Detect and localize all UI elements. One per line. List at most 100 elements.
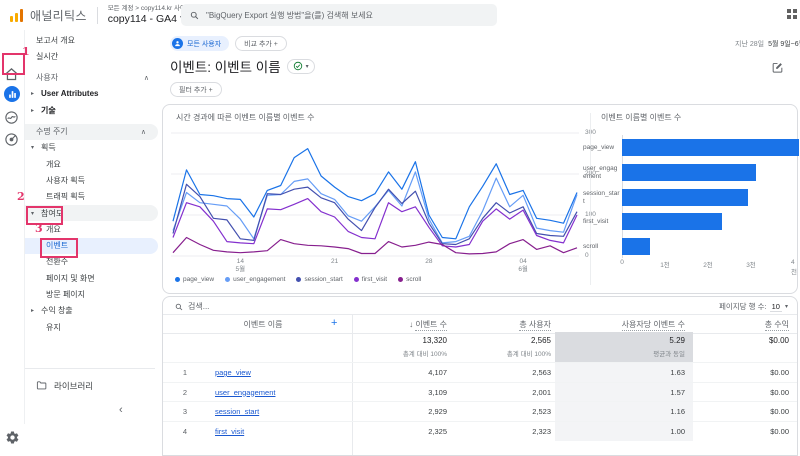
column-header-event-name[interactable]: 이벤트 이름	[203, 319, 323, 330]
date-range-selector[interactable]: 지난 28일5월 9일~6월 5일	[735, 39, 800, 49]
person-icon	[172, 38, 183, 49]
settings-gear-icon[interactable]	[5, 430, 20, 445]
sidebar-item-label: 전환수	[46, 256, 68, 267]
check-circle-icon	[293, 61, 303, 71]
add-filter-chip[interactable]: 필터 추가 +	[170, 82, 222, 97]
audience-chip[interactable]: 모든 사용자	[170, 36, 229, 51]
sidebar-item-label: 기술	[41, 105, 56, 116]
event-name-link[interactable]: session_start	[215, 407, 259, 416]
event-name-link[interactable]: page_view	[215, 368, 251, 377]
sidebar-item-library[interactable]: 라이브러리	[25, 377, 161, 394]
column-header-total-users[interactable]: 총 사용자	[459, 319, 551, 330]
table-search-input[interactable]: 검색...	[175, 301, 209, 312]
column-header-total-revenue[interactable]: 총 수익	[689, 319, 789, 330]
sidebar-item-label: 페이지 및 화면	[46, 273, 95, 284]
sidebar-item-3[interactable]: ▸ User Attributes	[25, 86, 161, 102]
line-chart-title: 시간 경과에 따른 이벤트 이름별 이벤트 수	[176, 112, 314, 123]
sidebar-item-1[interactable]: 실시간	[25, 48, 161, 64]
cell-total-revenue: $0.00	[689, 427, 789, 436]
column-header-event-count[interactable]: ↓ 이벤트 수	[363, 319, 447, 330]
chevron-up-icon[interactable]: ∧	[141, 128, 146, 136]
bar-page_view	[622, 139, 799, 156]
ga4-analytics-screen: 애널리틱스 모든 계정 > copy114.kr 사이트 copy114 - G…	[0, 0, 800, 424]
bar-label-user_engagement: user_engagement	[583, 164, 620, 182]
bar-x-tick-label: 2천	[703, 259, 713, 269]
event-name-link[interactable]: user_engagement	[215, 388, 275, 397]
account-switcher[interactable]: 모든 계정 > copy114.kr 사이트 copy114 - GA4▾	[108, 5, 192, 25]
legend-dot-icon	[175, 277, 180, 282]
sidebar-item-5: 수명 주기∧	[25, 124, 158, 140]
x-tick-label: 21	[331, 258, 338, 266]
line-series-page_view	[173, 149, 577, 239]
chevron-right-icon[interactable]: ▸	[29, 107, 36, 114]
cell-events-per-user: 1.00	[563, 427, 685, 436]
chevron-down-icon[interactable]: ▾	[29, 144, 36, 151]
sidebar-item-15[interactable]: 방문 페이지	[25, 287, 161, 303]
add-comparison-chip[interactable]: 비교 추가 +	[235, 36, 287, 51]
rows-per-page-select[interactable]: 페이지당 행 수: 10 ▾	[719, 301, 788, 312]
topbar-divider	[97, 7, 98, 24]
global-search-placeholder: "BigQuery Export 실행 방법"을(를) 검색해 보세요	[206, 10, 373, 21]
cell-event-count: 4,107	[363, 368, 447, 377]
events-table-card: 검색... 페이지당 행 수: 10 ▾ 이벤트 이름 + ↓ 이벤트 수 총 …	[162, 296, 798, 456]
bar-x-tick-label: 0	[620, 259, 624, 266]
reports-icon[interactable]	[4, 86, 20, 102]
bar-x-tick-label: 3천	[746, 259, 756, 269]
global-search-input[interactable]: "BigQuery Export 실행 방법"을(를) 검색해 보세요	[181, 4, 497, 26]
sidebar-item-label: 사용자	[36, 72, 58, 83]
property-name: copy114 - GA4	[108, 13, 177, 25]
column-header-events-per-user[interactable]: 사용자당 이벤트 수	[563, 319, 685, 330]
analytics-logo-icon	[10, 8, 23, 22]
line-series-scroll	[173, 238, 577, 254]
sidebar-item-2: 사용자 ∧	[25, 70, 161, 86]
event-name-link[interactable]: first_visit	[215, 427, 244, 436]
table-row: 3session_start2,9292,5231.16$0.00	[163, 401, 797, 422]
data-quality-badge[interactable]: ▾	[287, 59, 315, 74]
sidebar-item-17[interactable]: 유지	[25, 319, 161, 335]
sidebar-item-label: 획득	[41, 142, 56, 153]
sidebar-item-label: 방문 페이지	[46, 289, 85, 300]
legend-dot-icon	[296, 277, 301, 282]
sidebar-item-8[interactable]: 사용자 획득	[25, 172, 161, 188]
sidebar-item-9[interactable]: 트래픽 획득	[25, 189, 161, 205]
sidebar-item-label: User Attributes	[41, 89, 99, 98]
sidebar-item-14[interactable]: 페이지 및 화면	[25, 270, 161, 286]
annotation-step-1: 1	[22, 45, 30, 58]
sidebar-item-label: 개요	[46, 159, 61, 170]
add-column-button[interactable]: +	[331, 317, 337, 329]
bar-x-tick-label: 4천	[791, 259, 797, 276]
apps-grid-icon[interactable]	[787, 9, 798, 20]
row-number: 2	[173, 388, 197, 397]
left-icon-rail	[0, 30, 25, 424]
annotation-box-2	[26, 206, 63, 225]
sidebar-item-4[interactable]: ▸ 기술	[25, 102, 161, 118]
sidebar-nav: 보고서 개요실시간사용자 ∧ ▸ User Attributes ▸ 기술수명 주기∧ ▾ 획…	[25, 30, 161, 424]
rows-per-page-value: 10	[770, 302, 782, 312]
totals-events-sub: 총계 대비 100%	[363, 348, 447, 358]
bar-user_engagement	[622, 164, 756, 181]
sidebar-item-0[interactable]: 보고서 개요	[25, 32, 161, 48]
bar-scroll	[622, 238, 650, 255]
collapse-icon[interactable]: ‹	[119, 404, 123, 416]
explore-icon[interactable]	[4, 110, 20, 126]
rows-per-page-label: 페이지당 행 수:	[719, 301, 767, 312]
cell-total-users: 2,001	[459, 388, 551, 397]
cell-events-per-user: 1.57	[563, 388, 685, 397]
cell-total-users: 2,323	[459, 427, 551, 436]
edit-report-icon[interactable]	[771, 61, 784, 74]
chevron-right-icon[interactable]: ▸	[29, 307, 36, 314]
advertising-icon[interactable]	[4, 132, 20, 148]
add-filter-label: 필터 추가 +	[179, 85, 213, 95]
chevron-up-icon[interactable]: ∧	[144, 74, 149, 82]
totals-epu-sub: 평균과 동일	[563, 348, 685, 358]
sidebar-item-6[interactable]: ▾ 획득	[25, 140, 161, 156]
audience-chip-label: 모든 사용자	[187, 39, 221, 49]
account-breadcrumb: 모든 계정 > copy114.kr 사이트	[108, 5, 192, 12]
sidebar-item-7[interactable]: 개요	[25, 156, 161, 172]
sidebar-item-label: 개요	[46, 224, 61, 235]
chevron-right-icon[interactable]: ▸	[29, 90, 36, 97]
cell-event-count: 2,929	[363, 407, 447, 416]
sidebar-item-16[interactable]: ▸수익 창출	[25, 303, 161, 319]
bar-label-first_visit: first_visit	[583, 213, 620, 231]
table-row: 1page_view4,1072,5631.63$0.00	[163, 362, 797, 383]
